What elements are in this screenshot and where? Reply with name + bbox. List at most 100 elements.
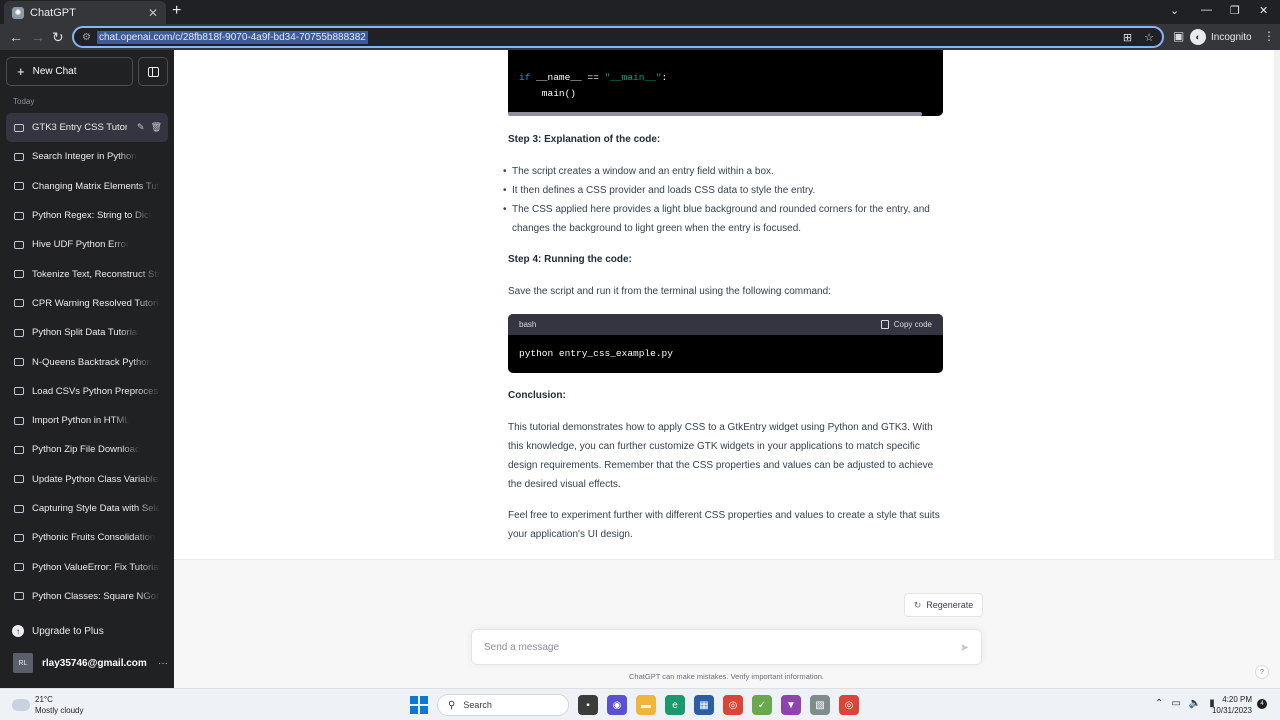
vpn-app-icon[interactable]: ▼ xyxy=(781,695,801,715)
chat-bubble-icon xyxy=(14,123,24,132)
message-input[interactable] xyxy=(484,641,960,653)
chat-title: Capturing Style Data with Selenium xyxy=(32,503,160,514)
browser-menu-icon[interactable]: ⋮ xyxy=(1263,29,1275,43)
clipboard-icon xyxy=(880,320,889,329)
chat-history-item[interactable]: Tokenize Text, Reconstruct Strings xyxy=(6,259,168,288)
tray-chevron-icon[interactable]: ⌃ xyxy=(1155,698,1163,709)
chrome-icon[interactable]: ◎ xyxy=(723,695,743,715)
close-window-icon[interactable]: ✕ xyxy=(1259,4,1268,17)
notification-badge[interactable]: 4 xyxy=(1257,699,1267,709)
chat-sidebar: + New Chat Today GTK3 Entry CSS Tutorial… xyxy=(0,50,174,688)
omnibox-actions: ⊞ ☆ xyxy=(1123,31,1154,44)
chat-history-item[interactable]: Capturing Style Data with Selenium xyxy=(6,494,168,523)
chat-history-item[interactable]: Load CSVs Python Preprocess xyxy=(6,377,168,406)
editor-app-icon[interactable]: ✓ xyxy=(752,695,772,715)
address-url[interactable]: chat.openai.com/c/28fb818f-9070-4a9f-bd3… xyxy=(96,30,368,44)
chat-bubble-icon xyxy=(14,504,24,513)
plus-icon: + xyxy=(17,64,25,79)
clock-date: 10/31/2023 xyxy=(1211,706,1252,715)
weather-widget[interactable]: 21°C Mostly cloudy xyxy=(12,694,83,716)
chrome-incognito-icon[interactable]: ◎ xyxy=(839,695,859,715)
history-section-label: Today xyxy=(13,97,35,106)
step4-heading: Step 4: Running the code: xyxy=(508,254,632,265)
qr-code-icon[interactable]: ⊞ xyxy=(1123,31,1132,44)
copy-code-label: Copy code xyxy=(893,320,932,329)
new-chat-button[interactable]: + New Chat xyxy=(6,57,133,86)
taskbar-search[interactable]: ⚲ Search xyxy=(437,694,569,716)
upgrade-to-plus-button[interactable]: ↑ Upgrade to Plus xyxy=(12,625,104,637)
chat-bubble-icon xyxy=(14,152,24,161)
browser-tab-chatgpt[interactable]: ✺ ChatGPT ✕ xyxy=(4,1,166,24)
regenerate-button[interactable]: ↻ Regenerate xyxy=(904,593,983,617)
reload-icon[interactable]: ↻ xyxy=(52,28,64,46)
side-panel-icon[interactable]: ▣ xyxy=(1173,29,1184,43)
code-horizontal-scrollbar[interactable] xyxy=(508,112,922,116)
upgrade-label: Upgrade to Plus xyxy=(32,625,104,637)
chat-history-item[interactable]: Update Python Class Variables xyxy=(6,465,168,494)
closing-paragraph: Feel free to experiment further with dif… xyxy=(508,510,940,540)
user-menu-icon[interactable]: ··· xyxy=(158,658,168,669)
image-app-icon[interactable]: ▧ xyxy=(810,695,830,715)
tab-close-icon[interactable]: ✕ xyxy=(148,6,158,20)
chat-bubble-icon xyxy=(14,592,24,601)
chat-history-item[interactable]: CPR Warning Resolved Tutorial xyxy=(6,289,168,318)
chat-app-icon[interactable]: ◉ xyxy=(607,695,627,715)
site-info-icon[interactable]: ⚙ xyxy=(82,32,91,43)
chat-history-item[interactable]: Import Python in HTML xyxy=(6,406,168,435)
conversation-scrollbar[interactable] xyxy=(1274,50,1280,560)
chat-history-item[interactable]: Python Split Data Tutorial xyxy=(6,318,168,347)
help-button[interactable]: ? xyxy=(1255,665,1269,679)
task-view-icon[interactable]: ▪ xyxy=(578,695,598,715)
chat-title: GTK3 Entry CSS Tutorial xyxy=(32,122,127,134)
code-line: if __name__ == "__main__": xyxy=(519,72,668,83)
forward-arrow-icon[interactable]: → xyxy=(31,28,45,46)
chat-bubble-icon xyxy=(14,416,24,425)
chat-history-item[interactable]: Search Integer in Python xyxy=(6,142,168,171)
search-icon: ⚲ xyxy=(448,699,456,711)
volume-icon[interactable]: 🔈 xyxy=(1189,698,1201,709)
sidebar-toggle-icon xyxy=(147,66,159,77)
chat-title: Python ValueError: Fix Tutorial xyxy=(32,561,160,573)
minimize-window-icon[interactable]: — xyxy=(1201,4,1212,16)
tab-title: ChatGPT xyxy=(30,6,76,19)
incognito-icon: ◐ xyxy=(1190,29,1206,45)
chat-title: Python Regex: String to Dict xyxy=(32,210,152,222)
delete-trash-icon[interactable]: 🗑 xyxy=(151,122,162,133)
toggle-sidebar-button[interactable] xyxy=(138,57,168,86)
composer-area xyxy=(174,560,1280,688)
chat-bubble-icon xyxy=(14,533,24,542)
network-icon[interactable]: ▭ xyxy=(1171,698,1180,709)
code-block-python: if __name__ == "__main__": main() xyxy=(508,50,943,116)
address-bar[interactable]: ⚙ chat.openai.com/c/28fb818f-9070-4a9f-b… xyxy=(72,26,1164,48)
windows-start-icon[interactable] xyxy=(410,696,428,714)
bookmark-star-icon[interactable]: ☆ xyxy=(1144,31,1154,44)
chat-title: Tokenize Text, Reconstruct Strings xyxy=(32,268,160,280)
conclusion-paragraph: This tutorial demonstrates how to apply … xyxy=(508,422,934,490)
edge-browser-icon[interactable]: e xyxy=(665,695,685,715)
chat-history-item[interactable]: Python ValueError: Fix Tutorial xyxy=(6,552,168,581)
user-account-button[interactable]: RL rlay35746@gmail.com ··· xyxy=(13,653,168,673)
chat-history-item[interactable]: Hive UDF Python Error xyxy=(6,230,168,259)
back-arrow-icon[interactable]: ← xyxy=(9,28,23,46)
new-tab-button[interactable]: + xyxy=(172,3,181,19)
restore-window-icon[interactable]: ❐ xyxy=(1230,4,1240,17)
edit-pencil-icon[interactable]: ✎ xyxy=(137,122,145,133)
chat-history-item[interactable]: Python Zip File Download xyxy=(6,435,168,464)
code-line: python entry_css_example.py xyxy=(519,348,673,359)
chat-history-item[interactable]: Python Regex: String to Dict xyxy=(6,201,168,230)
chat-history-item[interactable]: N-Queens Backtrack Python xyxy=(6,347,168,376)
file-explorer-icon[interactable]: ▬ xyxy=(636,695,656,715)
chat-history-item-active[interactable]: GTK3 Entry CSS Tutorial ✎ 🗑 xyxy=(6,113,168,143)
chat-history-item[interactable]: Python Classes: Square NGon xyxy=(6,582,168,611)
taskbar-clock[interactable]: 4:20 PM 10/31/2023 xyxy=(1210,694,1252,716)
copy-code-button[interactable]: Copy code xyxy=(880,320,932,329)
tab-search-chevron-icon[interactable]: ⌄ xyxy=(1170,4,1179,17)
code-line: main() xyxy=(519,88,577,99)
chat-history-list: GTK3 Entry CSS Tutorial ✎ 🗑 Search Integ… xyxy=(6,113,168,611)
conversation-panel: if __name__ == "__main__": main() Step 3… xyxy=(174,50,1280,688)
incognito-indicator[interactable]: ◐ Incognito xyxy=(1190,29,1252,45)
chat-history-item[interactable]: Changing Matrix Elements Tutorial xyxy=(6,172,168,201)
chat-history-item[interactable]: Pythonic Fruits Consolidation xyxy=(6,523,168,552)
send-icon[interactable]: ➤ xyxy=(960,641,969,654)
store-icon[interactable]: ▦ xyxy=(694,695,714,715)
